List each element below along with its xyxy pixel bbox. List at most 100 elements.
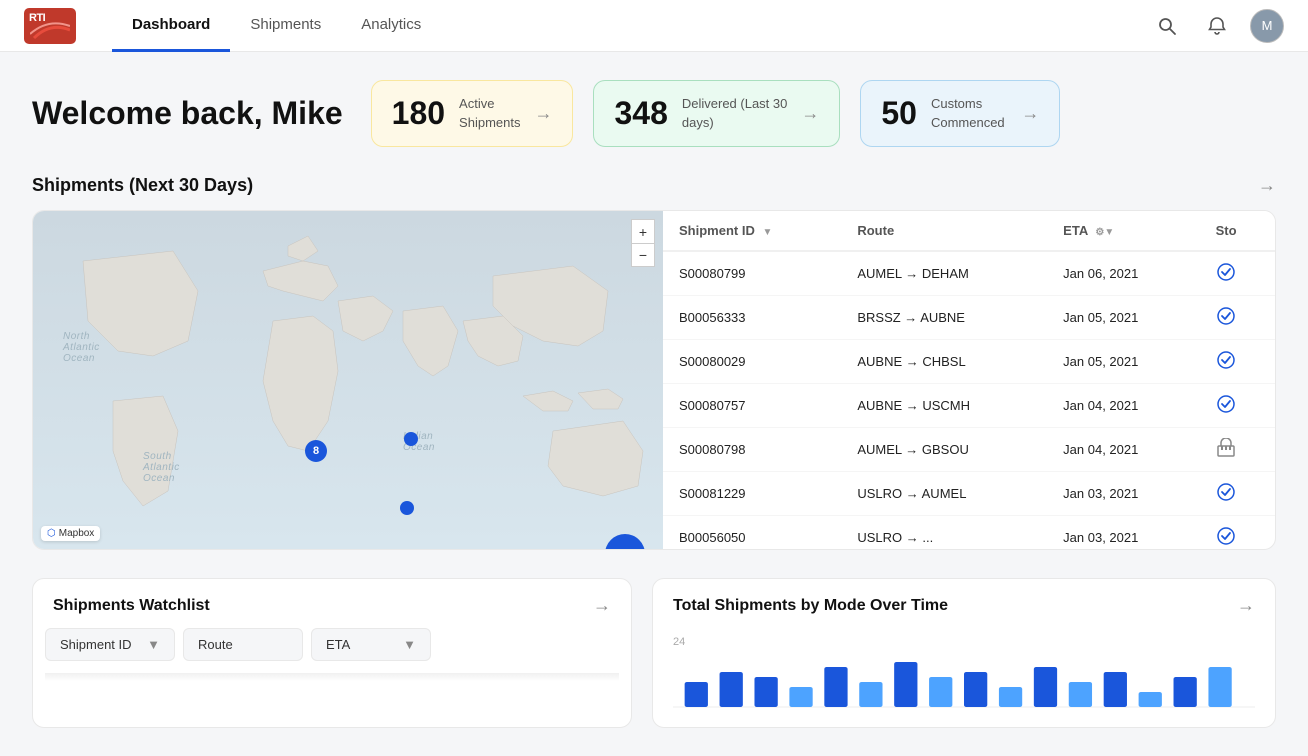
cell-eta: Jan 04, 2021 xyxy=(1047,384,1199,428)
search-icon-btn[interactable] xyxy=(1150,9,1184,43)
stat-active-arrow: → xyxy=(534,103,552,124)
map-zoom-controls: + − xyxy=(631,219,655,267)
chart-title: Total Shipments by Mode Over Time xyxy=(673,597,948,615)
col-route[interactable]: Route xyxy=(841,211,1047,251)
shipments-section-title: Shipments (Next 30 Days) xyxy=(32,175,253,196)
cell-shipment-id: B00056333 xyxy=(663,296,841,340)
shipments-panel: NorthAtlanticOcean IndianOcean SouthAtla… xyxy=(32,210,1276,550)
stat-active-label: Active Shipments xyxy=(459,95,520,131)
dropdown-arrow-eta: ▼ xyxy=(403,637,416,652)
stat-card-delivered[interactable]: 348 Delivered (Last 30 days) → xyxy=(593,80,840,147)
cell-route: AUBNE → CHBSL xyxy=(841,340,1047,384)
main-content: Welcome back, Mike 180 Active Shipments … xyxy=(0,52,1308,756)
cell-status xyxy=(1200,472,1275,516)
watchlist-col-shipment-id[interactable]: Shipment ID ▼ xyxy=(45,628,175,661)
stat-delivered-arrow: → xyxy=(801,103,819,124)
stat-delivered-number: 348 xyxy=(614,95,667,132)
cell-eta: Jan 04, 2021 xyxy=(1047,428,1199,472)
stat-customs-number: 50 xyxy=(881,95,917,132)
chart-panel: Total Shipments by Mode Over Time → 24 xyxy=(652,578,1276,728)
cell-shipment-id: S00080029 xyxy=(663,340,841,384)
chart-arrow[interactable]: → xyxy=(1237,595,1255,616)
cell-eta: Jan 05, 2021 xyxy=(1047,296,1199,340)
cell-shipment-id: S00081229 xyxy=(663,472,841,516)
cell-route: AUBNE → USCMH xyxy=(841,384,1047,428)
watchlist-arrow[interactable]: → xyxy=(593,595,611,616)
cell-eta: Jan 06, 2021 xyxy=(1047,251,1199,296)
nav-link-shipments[interactable]: Shipments xyxy=(230,0,341,52)
cell-status xyxy=(1200,251,1275,296)
shipments-header: Shipments (Next 30 Days) → xyxy=(32,175,1276,196)
col-eta[interactable]: ETA ⚙▼ xyxy=(1047,211,1199,251)
stat-card-customs[interactable]: 50 Customs Commenced → xyxy=(860,80,1060,147)
navbar: RTI Dashboard Shipments Analytics M xyxy=(0,0,1308,52)
table-row[interactable]: S00080757 AUBNE → USCMH Jan 04, 2021 xyxy=(663,384,1275,428)
cell-shipment-id: S00080799 xyxy=(663,251,841,296)
table-row[interactable]: S00080799 AUMEL → DEHAM Jan 06, 2021 xyxy=(663,251,1275,296)
mapbox-logo: ⬡ Mapbox xyxy=(41,526,100,541)
table-row[interactable]: B00056050 USLRO → ... Jan 03, 2021 xyxy=(663,516,1275,550)
map-zoom-in[interactable]: + xyxy=(631,219,655,243)
table-row[interactable]: S00081229 USLRO → AUMEL Jan 03, 2021 xyxy=(663,472,1275,516)
cell-shipment-id: S00080798 xyxy=(663,428,841,472)
welcome-title: Welcome back, Mike xyxy=(32,95,343,132)
cell-status xyxy=(1200,428,1275,472)
map-container: NorthAtlanticOcean IndianOcean SouthAtla… xyxy=(33,211,663,549)
bell-icon xyxy=(1207,16,1227,36)
bottom-row: Shipments Watchlist → Shipment ID ▼ Rout… xyxy=(32,578,1276,728)
table-row[interactable]: B00056333 BRSSZ → AUBNE Jan 05, 2021 xyxy=(663,296,1275,340)
sort-icon: ▼ xyxy=(762,227,772,238)
welcome-row: Welcome back, Mike 180 Active Shipments … xyxy=(32,80,1276,147)
map-pin-europe[interactable] xyxy=(404,432,418,446)
map-pin-8[interactable]: 8 xyxy=(305,440,327,462)
search-icon xyxy=(1157,16,1177,36)
chart-y-value: 24 xyxy=(673,636,1255,648)
cell-shipment-id: S00080757 xyxy=(663,384,841,428)
cell-route: USLRO → ... xyxy=(841,516,1047,550)
watchlist-col-eta[interactable]: ETA ▼ xyxy=(311,628,431,661)
mapbox-logo-text: Mapbox xyxy=(59,528,95,539)
cell-status xyxy=(1200,340,1275,384)
cell-status xyxy=(1200,516,1275,550)
nav-link-analytics[interactable]: Analytics xyxy=(341,0,441,52)
col-shipment-id[interactable]: Shipment ID ▼ xyxy=(663,211,841,251)
table-row[interactable]: S00080798 AUMEL → GBSOU Jan 04, 2021 xyxy=(663,428,1275,472)
shipments-table-container: Shipment ID ▼ Route ETA ⚙▼ Sto xyxy=(663,211,1275,549)
shipments-section-arrow[interactable]: → xyxy=(1258,175,1276,196)
table-row[interactable]: S00080029 AUBNE → CHBSL Jan 05, 2021 xyxy=(663,340,1275,384)
cell-eta: Jan 03, 2021 xyxy=(1047,472,1199,516)
watchlist-panel: Shipments Watchlist → Shipment ID ▼ Rout… xyxy=(32,578,632,728)
logo-graphic xyxy=(30,14,70,42)
watchlist-table-headers: Shipment ID ▼ Route ETA ▼ xyxy=(33,628,631,673)
avatar-initial: M xyxy=(1262,18,1273,33)
stat-card-active[interactable]: 180 Active Shipments → xyxy=(371,80,574,147)
cell-route: USLRO → AUMEL xyxy=(841,472,1047,516)
cell-status xyxy=(1200,384,1275,428)
watchlist-col-route[interactable]: Route xyxy=(183,628,303,661)
cell-shipment-id: B00056050 xyxy=(663,516,841,550)
map-label-south-atlantic: SouthAtlanticOcean xyxy=(143,451,180,484)
map-zoom-out[interactable]: − xyxy=(631,243,655,267)
nav-links: Dashboard Shipments Analytics xyxy=(112,0,1150,52)
dropdown-arrow: ▼ xyxy=(147,637,160,652)
cell-eta: Jan 03, 2021 xyxy=(1047,516,1199,550)
filter-icon: ⚙▼ xyxy=(1095,227,1114,238)
stat-customs-arrow: → xyxy=(1021,103,1039,124)
col-status: Sto xyxy=(1200,211,1275,251)
cell-route: AUMEL → DEHAM xyxy=(841,251,1047,296)
user-avatar[interactable]: M xyxy=(1250,9,1284,43)
map-landmass-svg xyxy=(33,211,663,549)
cell-eta: Jan 05, 2021 xyxy=(1047,340,1199,384)
stat-customs-label: Customs Commenced xyxy=(931,95,1005,131)
watchlist-header: Shipments Watchlist → xyxy=(33,579,631,628)
nav-logo[interactable]: RTI xyxy=(24,8,76,44)
notification-icon-btn[interactable] xyxy=(1200,9,1234,43)
cell-route: BRSSZ → AUBNE xyxy=(841,296,1047,340)
map-pin-africa-north[interactable] xyxy=(400,501,414,515)
watchlist-title: Shipments Watchlist xyxy=(53,597,210,615)
shipments-section: Shipments (Next 30 Days) → xyxy=(32,175,1276,550)
nav-actions: M xyxy=(1150,9,1284,43)
shipments-table: Shipment ID ▼ Route ETA ⚙▼ Sto xyxy=(663,211,1275,549)
nav-link-dashboard[interactable]: Dashboard xyxy=(112,0,230,52)
mapbox-logo-icon: ⬡ xyxy=(47,528,56,539)
